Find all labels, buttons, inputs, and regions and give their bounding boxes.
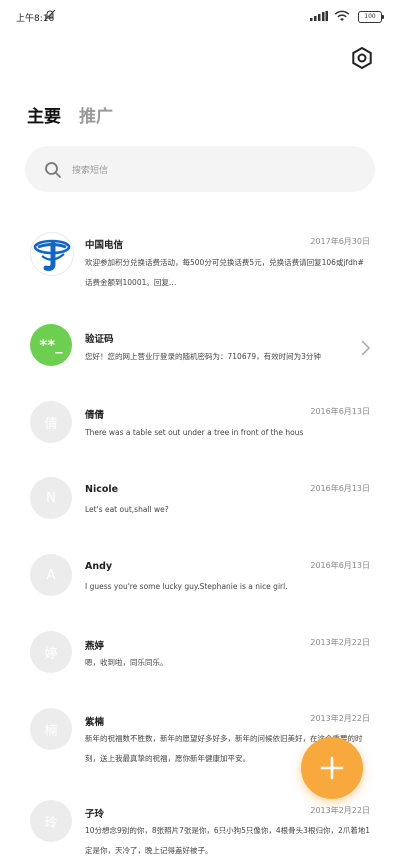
china-telecom-logo: [33, 239, 71, 271]
avatar-verification-code: **_: [30, 324, 72, 366]
compose-button[interactable]: [301, 737, 363, 799]
sender-name: 子玲: [85, 809, 105, 820]
tab-promotions[interactable]: 推广: [79, 102, 113, 127]
mute-icon: [44, 9, 56, 21]
conversation-item[interactable]: 婷 燕婷 2013年2月22日 嗯，收到啦，同乐同乐。: [0, 630, 400, 690]
sender-name: 燕婷: [85, 641, 105, 652]
search-icon: [45, 162, 61, 178]
message-date: 2013年2月22日: [310, 638, 370, 647]
message-date: 2013年2月22日: [310, 714, 370, 723]
message-date: 2016年6月13日: [310, 561, 370, 570]
avatar: 倩: [30, 401, 72, 443]
conversation-item[interactable]: **_ 验证码 您好！您的网上营业厅登录的随机密码为：710679，有效时间为3…: [0, 322, 400, 382]
plus-icon: [320, 756, 344, 780]
hexagon-settings-icon: [352, 46, 372, 70]
status-bar: 上午8:16 100: [0, 0, 400, 34]
message-preview: There was a table set out under a tree i…: [85, 428, 304, 437]
message-preview: I guess you're some lucky guy.Stephanie …: [85, 582, 288, 591]
sender-name: Andy: [85, 561, 113, 572]
message-preview: Let's eat out,shall we?: [85, 505, 169, 514]
wifi-icon: [334, 10, 350, 21]
sender-name: 紫楠: [85, 717, 105, 728]
search-input[interactable]: 搜索短信: [72, 163, 108, 176]
message-preview: 嗯，收到啦，同乐同乐。: [85, 658, 168, 667]
avatar: 楠: [30, 708, 72, 750]
battery-icon: 100: [358, 11, 384, 23]
conversation-item[interactable]: 倩 倩倩 2016年6月13日 There was a table set ou…: [0, 400, 400, 460]
sender-name: Nicole: [85, 484, 119, 495]
message-date: 2016年6月13日: [310, 484, 370, 493]
avatar: 婷: [30, 631, 72, 673]
chevron-right-icon[interactable]: [358, 338, 372, 358]
conversation-item[interactable]: 中国电信 2017年6月30日 欢迎参加积分兑换话费活动，每500分可兑换话费5…: [0, 214, 400, 298]
avatar: N: [30, 477, 72, 519]
conversation-item[interactable]: 玲 子玲 2013年2月22日 10分想念9别的你，8张照片7张是你，6只小狗5…: [0, 798, 400, 866]
message-date: 2017年6月30日: [310, 237, 370, 246]
message-preview: 欢迎参加积分兑换话费活动，每500分可兑换话费5元，兑换话费请回复106或jfd…: [85, 258, 364, 287]
avatar-china-telecom: [30, 232, 74, 276]
sender-name: 中国电信: [85, 240, 124, 251]
message-date: 2016年6月13日: [310, 407, 370, 416]
message-preview: 10分想念9别的你，8张照片7张是你，6只小狗5只像你，4根骨头3根归你，2爪着…: [85, 826, 370, 855]
avatar: A: [30, 554, 72, 596]
sender-name: 验证码: [85, 334, 114, 345]
search-bar[interactable]: 搜索短信: [25, 146, 375, 192]
message-date: 2013年2月22日: [310, 806, 370, 815]
avatar: 玲: [30, 800, 72, 842]
conversation-item[interactable]: A Andy 2016年6月13日 I guess you're some lu…: [0, 553, 400, 613]
settings-button[interactable]: [348, 44, 376, 72]
sender-name: 倩倩: [85, 410, 105, 421]
message-preview: 您好！您的网上营业厅登录的随机密码为：710679，有效时间为3分钟: [85, 352, 321, 361]
conversation-item[interactable]: N Nicole 2016年6月13日 Let's eat out,shall …: [0, 476, 400, 536]
tab-main[interactable]: 主要: [27, 102, 61, 127]
signal-icon: [310, 11, 328, 21]
